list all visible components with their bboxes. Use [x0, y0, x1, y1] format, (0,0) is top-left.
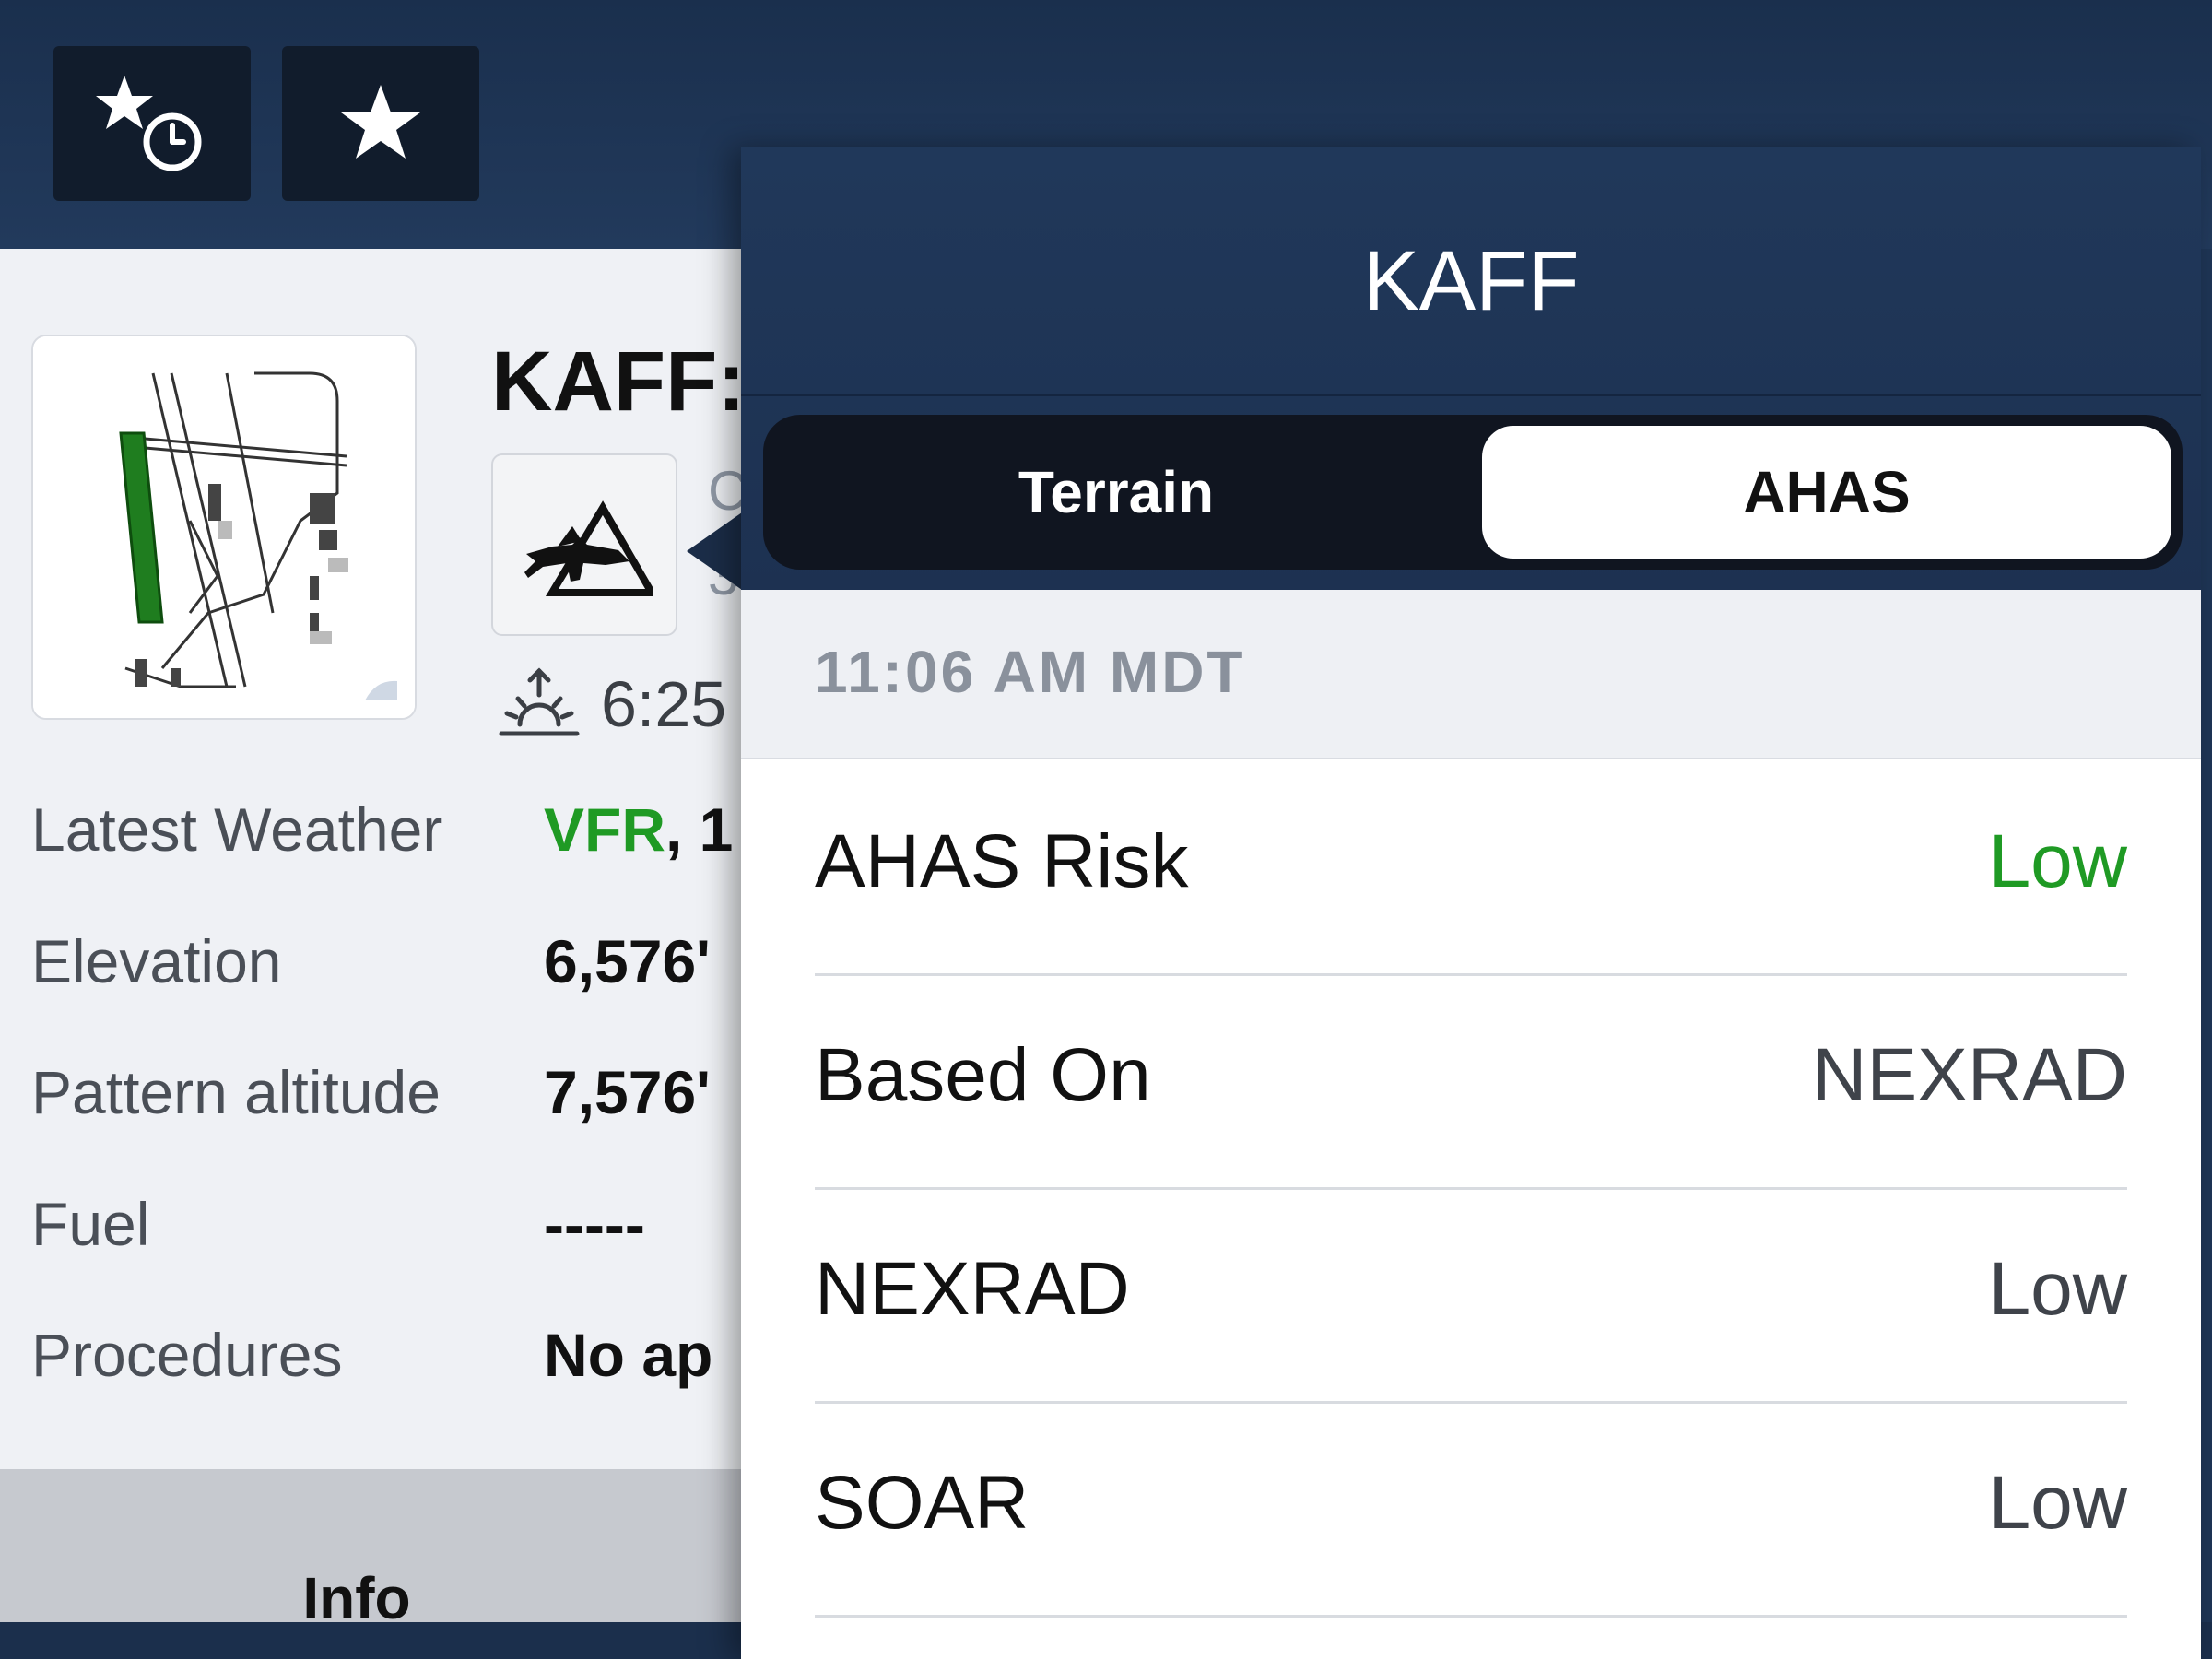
info-label: Elevation	[31, 927, 282, 995]
favorites-button[interactable]	[282, 46, 479, 201]
airport-diagram-thumbnail[interactable]	[31, 335, 417, 720]
popover-header: KAFF Terrain AHAS	[741, 147, 2201, 590]
info-value: 6,576'	[544, 927, 711, 995]
airport-diagram-image	[33, 336, 415, 718]
segmented-control: Terrain AHAS	[763, 415, 2183, 570]
row-nexrad: NEXRAD Low	[815, 1187, 2127, 1404]
aircraft-terrain-icon	[524, 500, 653, 596]
header-divider	[741, 394, 2201, 396]
row-label: AHAS Risk	[815, 819, 1189, 903]
airport-title: KAFF:	[491, 335, 746, 429]
sunrise-icon	[499, 667, 580, 736]
segment-ahas[interactable]: AHAS	[1482, 426, 2171, 559]
terrain-thumbnail-button[interactable]	[491, 453, 677, 636]
row-value: Low	[1988, 1461, 2127, 1545]
row-soar: SOAR Low	[815, 1401, 2127, 1618]
row-label: Based On	[815, 1033, 1151, 1117]
row-ahas-risk: AHAS Risk Low	[815, 759, 2127, 976]
info-row-pattern-altitude: Pattern altitude 7,576'	[31, 1057, 750, 1149]
popover-arrow	[687, 512, 742, 590]
row-value: Low	[1988, 1247, 2127, 1331]
star-clock-icon	[96, 76, 202, 171]
weather-summary: , 1	[665, 795, 734, 864]
info-label: Pattern altitude	[31, 1058, 441, 1126]
info-value: 7,576'	[544, 1058, 711, 1126]
sunrise-time: 6:25	[601, 668, 727, 740]
info-row-elevation: Elevation 6,576'	[31, 926, 750, 1018]
ahas-popover: KAFF Terrain AHAS 11:06 AM MDT AHAS Risk…	[741, 147, 2201, 1659]
info-row-procedures[interactable]: Procedures No ap	[31, 1320, 750, 1412]
info-value: No ap	[544, 1321, 713, 1389]
risk-value: Low	[1988, 819, 2127, 903]
info-value: VFR, 1	[544, 794, 765, 865]
row-based-on: Based On NEXRAD	[815, 973, 2127, 1190]
row-value: NEXRAD	[1812, 1033, 2127, 1117]
popover-title: KAFF	[1362, 234, 1580, 328]
info-row-latest-weather[interactable]: Latest Weather VFR, 1	[31, 794, 750, 887]
star-icon	[341, 85, 420, 159]
row-label: SOAR	[815, 1461, 1030, 1545]
flight-category-badge: VFR	[544, 795, 665, 864]
info-label: Latest Weather	[31, 795, 443, 864]
info-label: Procedures	[31, 1321, 343, 1389]
info-row-fuel[interactable]: Fuel -----	[31, 1189, 750, 1281]
sunrise-row: 6:25	[498, 658, 726, 750]
recent-favorites-button[interactable]	[53, 46, 251, 201]
timestamp-header: 11:06 AM MDT	[741, 590, 2201, 759]
row-label: NEXRAD	[815, 1247, 1130, 1331]
airport-info-panel: KAFF: C 3 6:25 Latest Weather VFR, 1 Ele…	[0, 249, 747, 1659]
info-value: -----	[544, 1190, 645, 1258]
info-label: Fuel	[31, 1190, 150, 1258]
timestamp: 11:06 AM MDT	[815, 639, 1246, 705]
segment-terrain[interactable]: Terrain	[774, 426, 1458, 559]
